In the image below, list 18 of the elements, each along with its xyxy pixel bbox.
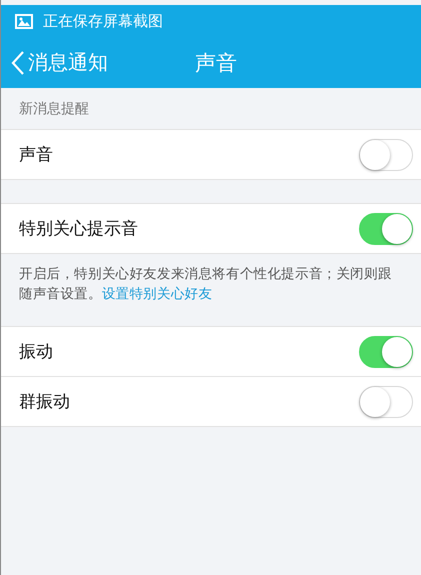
toggle-switch[interactable] [359, 212, 413, 244]
page-title: 声音 [195, 50, 237, 76]
settings-row[interactable]: 声音 [1, 130, 421, 180]
row-label: 群振动 [19, 391, 70, 413]
row-label: 声音 [19, 144, 53, 166]
settings-row[interactable]: 特别关心提示音 [1, 204, 421, 254]
section-header: 新消息提醒 [19, 100, 89, 118]
chevron-left-icon [11, 50, 25, 76]
status-text: 正在保存屏幕截图 [43, 12, 163, 30]
settings-row[interactable]: 振动 [1, 327, 421, 377]
toggle-switch[interactable] [359, 138, 413, 170]
row-label: 振动 [19, 341, 53, 363]
back-label: 消息通知 [28, 49, 108, 76]
image-icon [15, 14, 33, 28]
toggle-switch[interactable] [359, 386, 413, 418]
row-label: 特别关心提示音 [19, 218, 138, 240]
toggle-switch[interactable] [359, 336, 413, 368]
settings-row[interactable]: 群振动 [1, 377, 421, 427]
